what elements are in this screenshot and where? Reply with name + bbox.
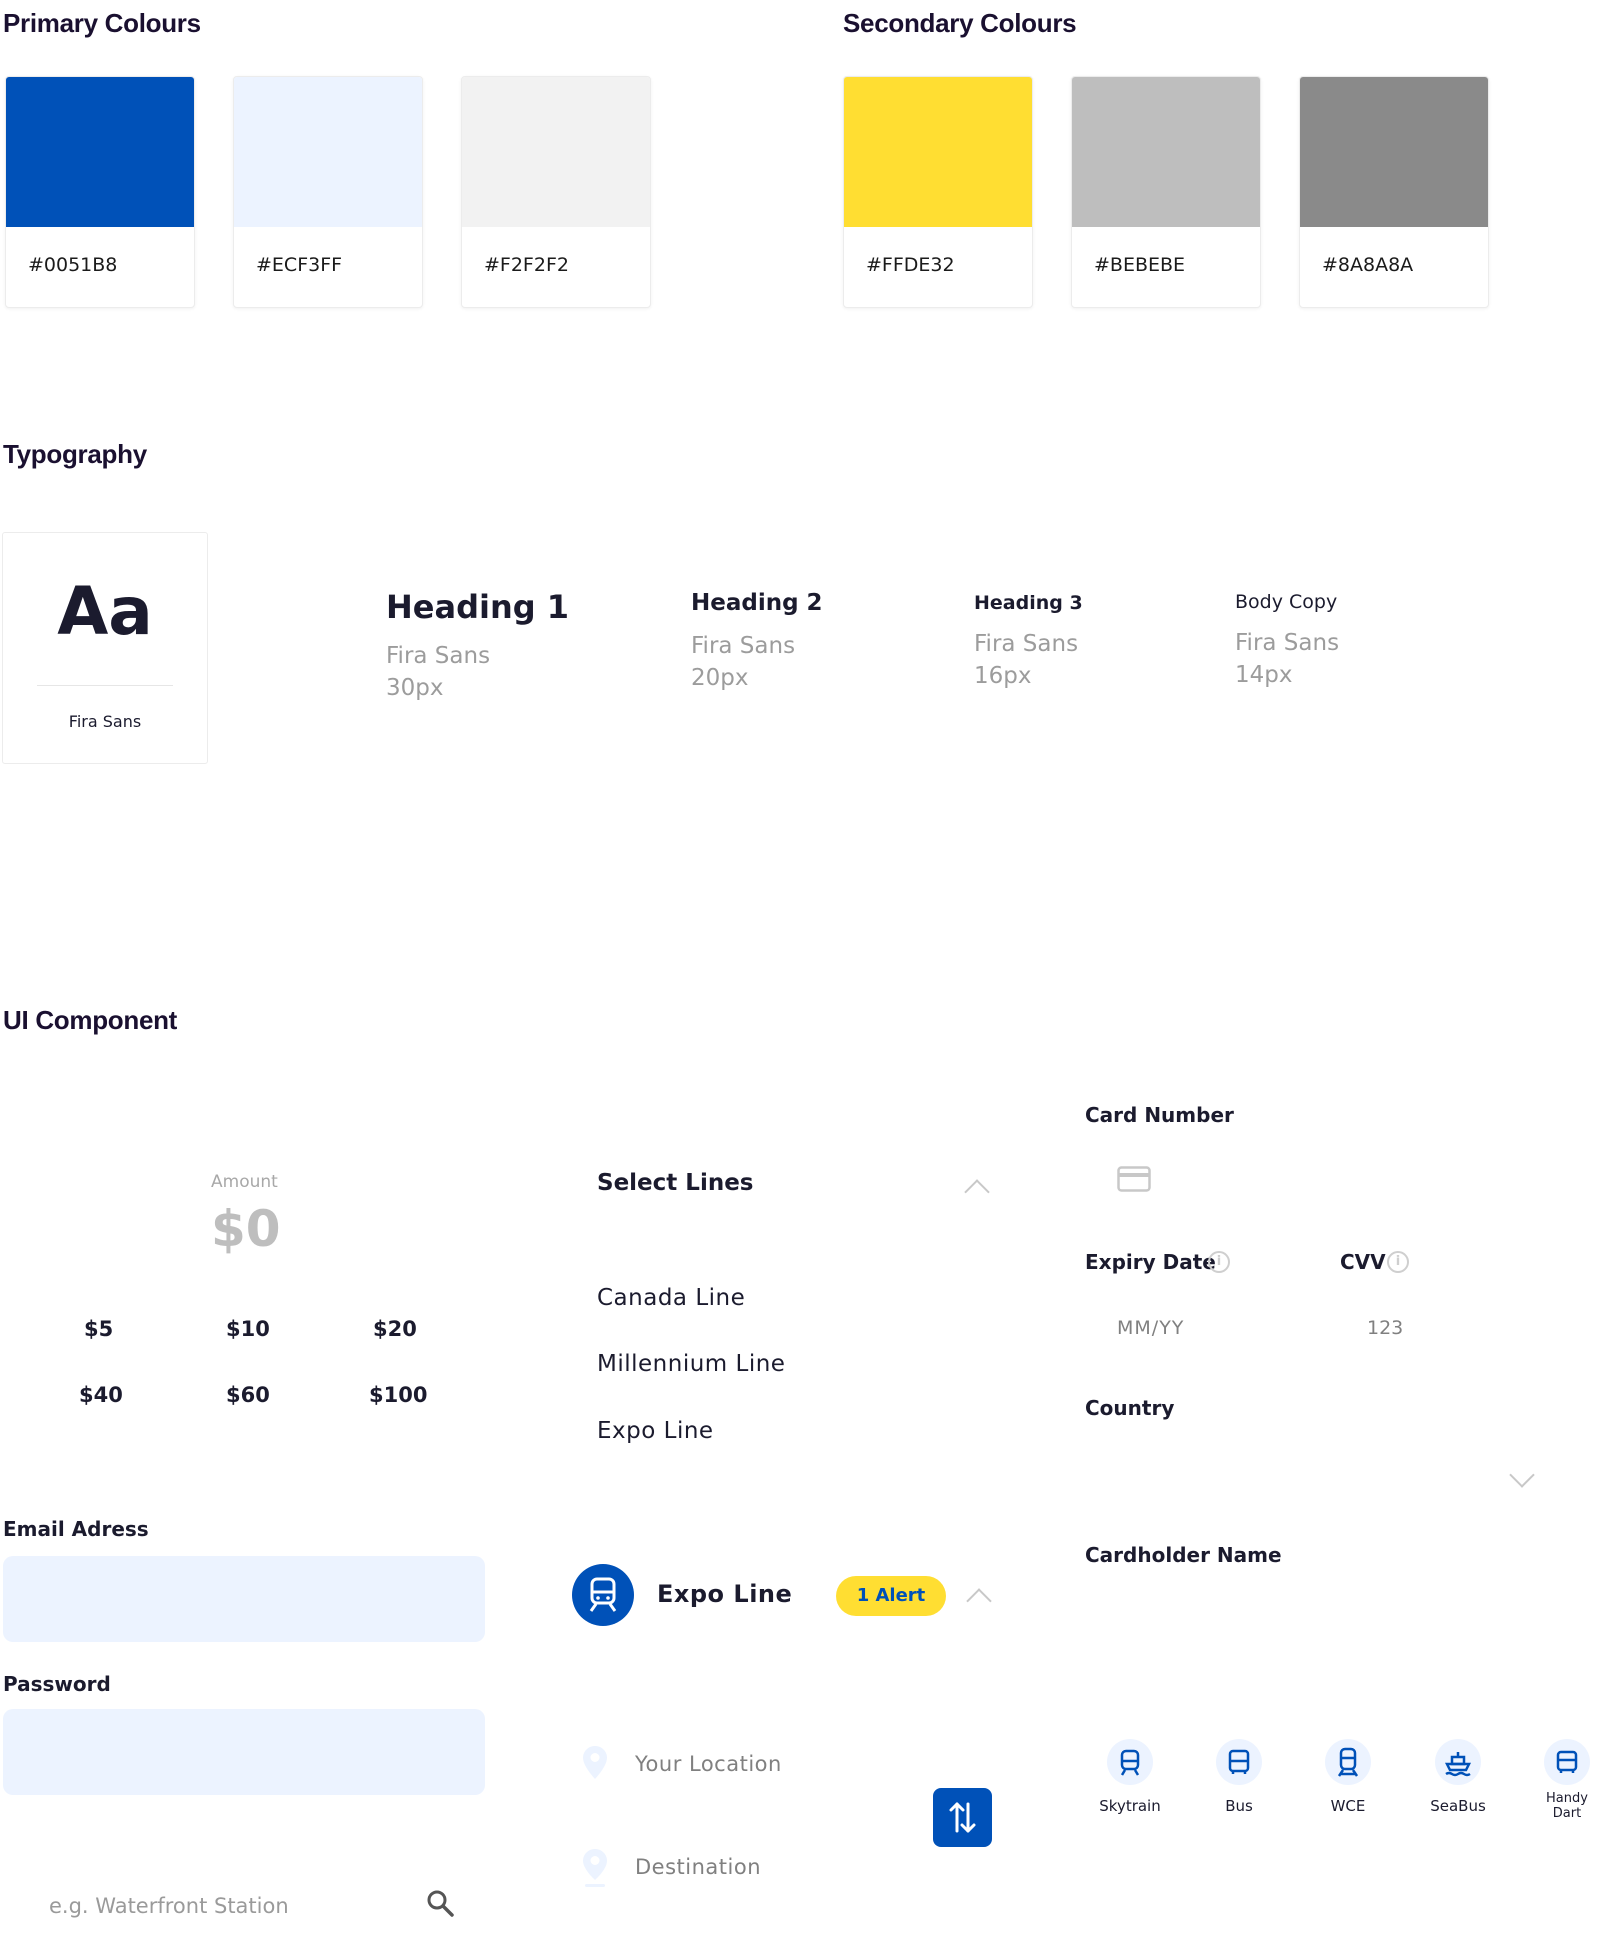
amount-option-60[interactable]: $60	[226, 1383, 270, 1407]
swatch-fill	[234, 77, 422, 227]
location-pin-icon	[582, 1745, 608, 1785]
card-number-label: Card Number	[1085, 1103, 1234, 1127]
type-spec-font: Fira Sans	[1235, 630, 1340, 656]
type-spec-size: 30px	[386, 675, 444, 701]
info-icon[interactable]: i	[1208, 1251, 1230, 1273]
colour-swatch-grey: #8A8A8A	[1299, 76, 1489, 308]
line-option-millennium[interactable]: Millennium Line	[597, 1351, 785, 1377]
select-lines-title: Select Lines	[597, 1170, 754, 1196]
type-spec-size: 16px	[974, 663, 1032, 689]
mode-label-skytrain: Skytrain	[1099, 1797, 1161, 1815]
swatch-fill	[1072, 77, 1260, 227]
swatch-hex: #0051B8	[28, 254, 118, 276]
amount-option-20[interactable]: $20	[373, 1317, 417, 1341]
swatch-hex: #ECF3FF	[256, 254, 343, 276]
expiry-date-label: Expiry Date	[1085, 1250, 1216, 1274]
bus-icon[interactable]	[1216, 1739, 1262, 1785]
type-spec-heading-1: Heading 1 Fira Sans 30px	[386, 588, 569, 704]
colour-swatch-silver: #BEBEBE	[1071, 76, 1261, 308]
type-spec-label: Body Copy	[1235, 591, 1338, 613]
cvv-input[interactable]: 123	[1367, 1317, 1403, 1339]
amount-label: Amount	[211, 1172, 278, 1192]
alert-badge[interactable]: 1 Alert	[836, 1576, 946, 1616]
destination-pin-icon	[582, 1848, 608, 1892]
type-spec-font: Fira Sans	[386, 643, 491, 669]
alert-line-name: Expo Line	[657, 1580, 793, 1608]
amount-value: $0	[211, 1200, 281, 1258]
cardholder-name-label: Cardholder Name	[1085, 1543, 1282, 1567]
colour-swatch-light-blue: #ECF3FF	[233, 76, 423, 308]
credit-card-icon	[1117, 1166, 1151, 1192]
van-icon[interactable]	[1544, 1739, 1590, 1785]
swatch-hex: #BEBEBE	[1094, 254, 1186, 276]
swatch-fill	[6, 77, 194, 227]
expiry-date-input[interactable]: MM/YY	[1117, 1317, 1184, 1339]
info-icon[interactable]: i	[1387, 1251, 1409, 1273]
secondary-colours-title: Secondary Colours	[843, 8, 1077, 38]
from-input[interactable]: Your Location	[635, 1752, 782, 1776]
divider	[37, 685, 173, 686]
amount-option-10[interactable]: $10	[226, 1317, 270, 1341]
email-field[interactable]	[3, 1556, 485, 1642]
ferry-icon[interactable]	[1435, 1739, 1481, 1785]
mode-label-bus: Bus	[1225, 1797, 1253, 1815]
line-option-canada[interactable]: Canada Line	[597, 1285, 745, 1311]
chevron-up-icon[interactable]	[966, 1588, 992, 1614]
line-option-expo[interactable]: Expo Line	[597, 1418, 714, 1444]
mode-label-wce: WCE	[1330, 1797, 1366, 1815]
ui-component-title: UI Component	[3, 1005, 178, 1035]
type-spec-heading-3: Heading 3 Fira Sans 16px	[974, 592, 1083, 692]
type-spec-size: 20px	[691, 665, 749, 691]
swatch-hex: #8A8A8A	[1322, 254, 1414, 276]
type-spec-font: Fira Sans	[974, 631, 1079, 657]
swatch-fill	[1300, 77, 1488, 227]
swap-direction-button[interactable]	[933, 1788, 992, 1847]
font-sample-name: Fira Sans	[68, 712, 142, 731]
typography-title: Typography	[3, 439, 147, 469]
swatch-fill	[462, 77, 650, 227]
search-icon[interactable]	[425, 1888, 455, 1918]
amount-option-100[interactable]: $100	[369, 1383, 427, 1407]
cvv-label: CVV	[1340, 1250, 1386, 1274]
type-spec-size: 14px	[1235, 662, 1293, 688]
colour-swatch-blue: #0051B8	[5, 76, 195, 308]
type-spec-label: Heading 2	[691, 590, 823, 616]
font-sample-card: Aa Fira Sans	[2, 532, 208, 764]
amount-option-40[interactable]: $40	[79, 1383, 123, 1407]
password-field[interactable]	[3, 1709, 485, 1795]
swatch-fill	[844, 77, 1032, 227]
chevron-down-icon[interactable]	[1509, 1462, 1535, 1488]
commuter-train-icon[interactable]	[1325, 1739, 1371, 1785]
swatch-hex: #F2F2F2	[484, 254, 569, 276]
type-spec-font: Fira Sans	[691, 633, 796, 659]
train-line-icon	[572, 1564, 634, 1626]
mode-label-handy-dart: Handy Dart	[1546, 1791, 1588, 1821]
password-label: Password	[3, 1672, 111, 1696]
colour-swatch-yellow: #FFDE32	[843, 76, 1033, 308]
train-icon[interactable]	[1107, 1739, 1153, 1785]
country-label: Country	[1085, 1396, 1175, 1420]
swatch-hex: #FFDE32	[866, 254, 955, 276]
type-spec-heading-2: Heading 2 Fira Sans 20px	[691, 590, 823, 694]
type-spec-label: Heading 3	[974, 592, 1083, 614]
chevron-up-icon[interactable]	[964, 1179, 990, 1205]
colour-swatch-light-grey: #F2F2F2	[461, 76, 651, 308]
type-spec-body-copy: Body Copy Fira Sans 14px	[1235, 591, 1339, 691]
email-label: Email Adress	[3, 1517, 149, 1541]
primary-colours-title: Primary Colours	[3, 8, 201, 38]
search-input[interactable]: e.g. Waterfront Station	[49, 1894, 289, 1918]
type-spec-label: Heading 1	[386, 588, 570, 626]
amount-option-5[interactable]: $5	[84, 1317, 113, 1341]
font-sample-glyphs: Aa	[57, 573, 153, 650]
mode-label-seabus: SeaBus	[1430, 1797, 1486, 1815]
destination-input[interactable]: Destination	[635, 1855, 761, 1879]
